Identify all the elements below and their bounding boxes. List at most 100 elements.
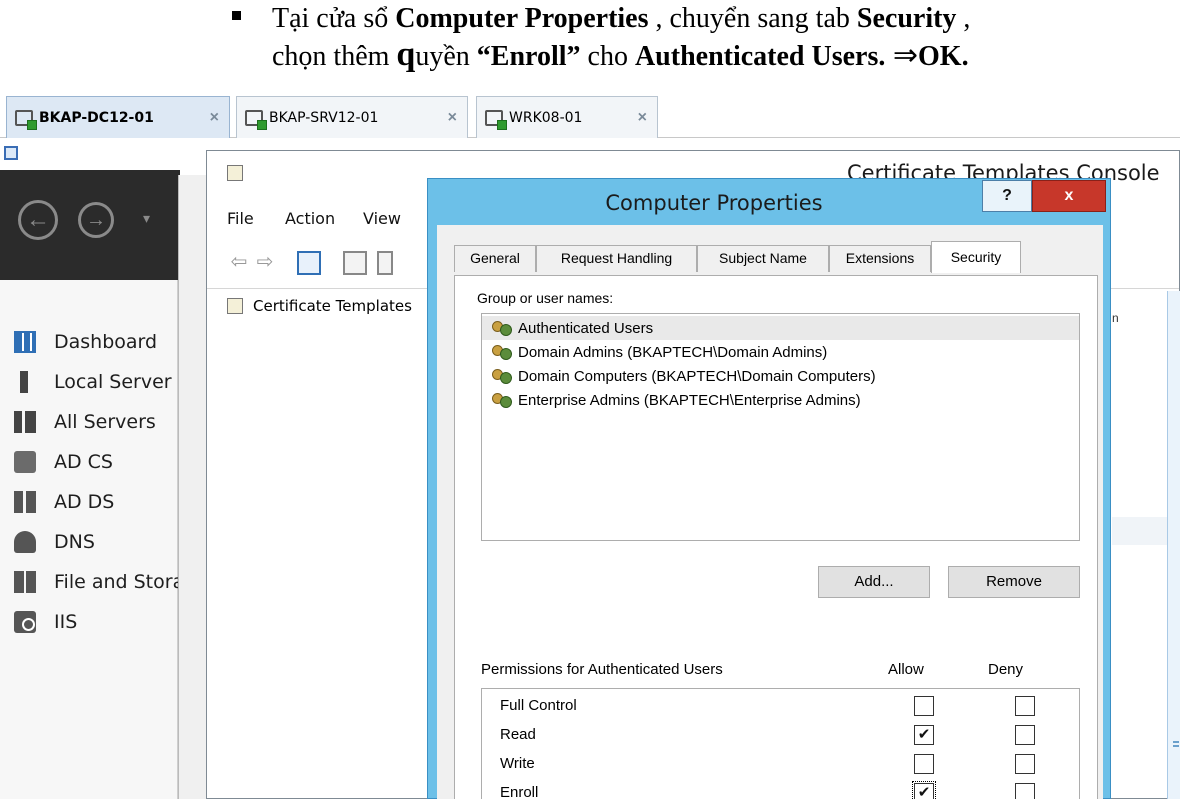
menu-file[interactable]: File: [227, 209, 254, 228]
deny-write-checkbox[interactable]: [1015, 754, 1035, 774]
permission-name: Enroll: [500, 784, 539, 799]
permission-name: Read: [500, 726, 536, 743]
deny-read-checkbox[interactable]: [1015, 725, 1035, 745]
console-app-icon: [227, 165, 243, 181]
close-icon[interactable]: ×: [638, 109, 647, 127]
vm-tab-dc12[interactable]: BKAP-DC12-01 ×: [6, 96, 230, 138]
sidebar-item-label: IIS: [54, 611, 78, 633]
forward-icon[interactable]: ⇨: [253, 251, 277, 275]
instruction-line-2: chọn thêm quyền “Enroll” cho Authenticat…: [272, 36, 969, 75]
close-button[interactable]: x: [1032, 180, 1106, 212]
virtual-machine-icon: [15, 109, 37, 130]
help-button[interactable]: ?: [982, 180, 1032, 212]
server-manager-app-icon: [4, 146, 18, 160]
allow-full-control-checkbox[interactable]: [914, 696, 934, 716]
virtual-machine-icon: [485, 109, 507, 130]
close-icon[interactable]: ×: [210, 109, 219, 127]
allow-write-checkbox[interactable]: [914, 754, 934, 774]
group-or-user-names-label: Group or user names:: [477, 290, 614, 306]
back-arrow-icon[interactable]: ←: [18, 200, 58, 240]
show-tree-icon[interactable]: [297, 251, 321, 275]
deny-full-control-checkbox[interactable]: [1015, 696, 1035, 716]
chevron-down-icon[interactable]: ▾: [143, 210, 150, 227]
sidebar-item-ad-ds[interactable]: AD DS: [0, 484, 178, 520]
list-item-enterprise-admins[interactable]: Enterprise Admins (BKAPTECH\Enterprise A…: [482, 388, 1079, 412]
virtual-machine-icon: [245, 109, 267, 130]
user-name: Domain Admins (BKAPTECH\Domain Admins): [518, 343, 828, 361]
users-group-icon: [492, 367, 514, 385]
list-item-authenticated-users[interactable]: Authenticated Users: [482, 316, 1079, 340]
allow-read-checkbox[interactable]: ✔: [914, 725, 934, 745]
security-tab-panel: Group or user names: Authenticated Users…: [454, 275, 1098, 799]
sidebar-item-label: AD CS: [54, 451, 113, 473]
menu-view[interactable]: View: [363, 209, 401, 228]
vm-tab-label: BKAP-SRV12-01: [269, 109, 379, 126]
permission-row-enroll: Enroll ✔: [482, 778, 1079, 799]
permission-row-write: Write: [482, 749, 1079, 778]
sidebar-item-dashboard[interactable]: Dashboard: [0, 324, 178, 360]
users-list[interactable]: Authenticated Users Domain Admins (BKAPT…: [481, 313, 1080, 541]
all-servers-icon: [14, 411, 36, 433]
instruction-text: Tại cửa sổ Computer Properties , chuyển …: [232, 0, 1180, 80]
tab-general[interactable]: General: [454, 245, 536, 272]
back-icon[interactable]: ⇦: [227, 251, 251, 275]
permissions-list: Full Control Read ✔ Write Enroll ✔: [481, 688, 1080, 799]
tab-subject-name[interactable]: Subject Name: [697, 245, 829, 272]
close-icon[interactable]: ×: [448, 109, 457, 127]
export-list-icon[interactable]: [377, 251, 393, 275]
tab-extensions[interactable]: Extensions: [829, 245, 931, 272]
permission-name: Full Control: [500, 697, 577, 714]
list-row[interactable]: [1112, 517, 1167, 545]
dns-icon: [14, 531, 36, 553]
splitter-grip-icon[interactable]: [1173, 741, 1179, 747]
allow-enroll-checkbox[interactable]: ✔: [912, 781, 936, 799]
user-name: Authenticated Users: [518, 319, 654, 337]
instruction-bold: Authenticated Users.: [634, 41, 886, 72]
permissions-label: Permissions for Authenticated Users: [481, 661, 723, 678]
tab-security[interactable]: Security: [931, 241, 1021, 273]
users-group-icon: [492, 391, 514, 409]
user-name: Domain Computers (BKAPTECH\Domain Comput…: [518, 367, 876, 385]
permission-row-read: Read ✔: [482, 720, 1079, 749]
permission-row-full-control: Full Control: [482, 691, 1079, 720]
menu-action[interactable]: Action: [285, 209, 335, 228]
sidebar-item-label: File and Storage Services: [54, 571, 178, 593]
tree-item-label: Certificate Templates: [253, 297, 412, 315]
sidebar-item-dns[interactable]: DNS: [0, 524, 178, 560]
ad-cs-icon: [14, 451, 36, 473]
local-server-icon: [20, 371, 28, 393]
iis-icon: [14, 611, 36, 633]
add-button[interactable]: Add...: [818, 566, 930, 598]
vm-tab-wrk08[interactable]: WRK08-01 ×: [476, 96, 658, 138]
dialog-body: General Request Handling Subject Name Ex…: [437, 225, 1103, 799]
properties-icon[interactable]: [343, 251, 367, 275]
vm-tab-bar: BKAP-DC12-01 × BKAP-SRV12-01 × WRK08-01 …: [0, 90, 1180, 138]
list-item-domain-admins[interactable]: Domain Admins (BKAPTECH\Domain Admins): [482, 340, 1079, 364]
server-manager-header: ← → ▾: [0, 170, 180, 280]
sidebar-item-label: AD DS: [54, 491, 115, 513]
instruction-fragment: chọn thêm: [272, 41, 397, 72]
instruction-fragment: uyền: [415, 41, 477, 72]
forward-arrow-icon[interactable]: →: [78, 202, 114, 238]
arrow-icon: ⇒: [885, 39, 919, 72]
instruction-fragment: Tại cửa sổ: [272, 3, 396, 34]
dialog-titlebar: Computer Properties ? x: [428, 179, 1110, 225]
computer-properties-dialog: Computer Properties ? x General Request …: [427, 178, 1111, 799]
tree-item-certificate-templates[interactable]: Certificate Templates: [227, 297, 412, 315]
instruction-line-1: Tại cửa sổ Computer Properties , chuyển …: [272, 0, 970, 37]
allow-column-header: Allow: [888, 661, 924, 678]
file-storage-icon: [14, 571, 36, 593]
tab-request-handling[interactable]: Request Handling: [536, 245, 697, 272]
deny-enroll-checkbox[interactable]: [1015, 783, 1035, 799]
sidebar-item-local-server[interactable]: Local Server: [0, 364, 178, 400]
sidebar-item-ad-cs[interactable]: AD CS: [0, 444, 178, 480]
remove-button[interactable]: Remove: [948, 566, 1080, 598]
column-header-fragment: n: [1112, 311, 1119, 325]
list-item-domain-computers[interactable]: Domain Computers (BKAPTECH\Domain Comput…: [482, 364, 1079, 388]
vm-tab-srv12[interactable]: BKAP-SRV12-01 ×: [236, 96, 468, 138]
permission-name: Write: [500, 755, 535, 772]
sidebar-item-all-servers[interactable]: All Servers: [0, 404, 178, 440]
deny-column-header: Deny: [988, 661, 1024, 678]
sidebar-item-file-storage[interactable]: File and Storage Services: [0, 564, 178, 600]
sidebar-item-iis[interactable]: IIS: [0, 604, 178, 640]
